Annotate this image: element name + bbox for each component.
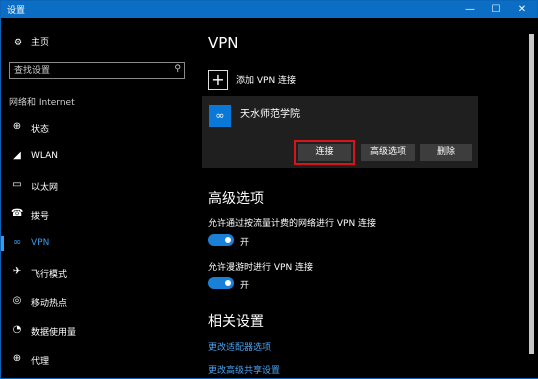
- sidebar-item-ethernet[interactable]: ▭ 以太网: [1, 171, 197, 200]
- dialup-icon: ☎: [11, 208, 24, 219]
- vpn-link-icon: ∞: [215, 109, 225, 122]
- sidebar-item-label: WLAN: [31, 151, 59, 161]
- vpn-connection-name: 天水师范学院: [240, 109, 300, 120]
- connect-button[interactable]: 连接: [298, 144, 351, 161]
- window-title: 设置: [7, 6, 26, 16]
- wifi-icon: ◢: [13, 150, 21, 161]
- scrollbar-thumb[interactable]: [529, 34, 534, 354]
- sidebar-item-hotspot[interactable]: ◎ 移动热点: [1, 287, 197, 316]
- advanced-options-heading: 高级选项: [208, 191, 264, 207]
- title-bar: 设置 — ☐ ✕: [1, 1, 537, 18]
- advanced-options-button[interactable]: 高级选项: [361, 144, 415, 161]
- search-input[interactable]: [14, 64, 164, 77]
- change-sharing-settings-link[interactable]: 更改高级共享设置: [208, 363, 280, 376]
- settings-window: 设置 — ☐ ✕ ⚙ 主页 ⚲ 网络和 Internet ⊕ 状态 ◢ WLAN …: [0, 0, 538, 379]
- sidebar-item-status[interactable]: ⊕ 状态: [1, 113, 197, 142]
- delete-button[interactable]: 删除: [420, 144, 472, 161]
- roaming-toggle-state: 开: [240, 281, 250, 291]
- sidebar-item-airplane[interactable]: ✈ 飞行模式: [1, 258, 197, 287]
- sidebar-item-label: 代理: [31, 357, 50, 367]
- change-adapter-options-link[interactable]: 更改适配器选项: [208, 340, 271, 353]
- hotspot-icon: ◎: [12, 295, 22, 306]
- sidebar-item-proxy[interactable]: ⊕ 代理: [1, 345, 197, 374]
- sidebar-item-label: 状态: [31, 125, 50, 135]
- sidebar: ⚙ 主页 ⚲ 网络和 Internet ⊕ 状态 ◢ WLAN ▭ 以太网 ☎ 拨…: [1, 18, 197, 378]
- sidebar-item-label: VPN: [31, 238, 50, 248]
- proxy-globe-icon: ⊕: [12, 353, 22, 364]
- metered-option-label: 允许通过按流量计费的网络进行 VPN 连接: [208, 219, 377, 229]
- roaming-option-label: 允许漫游时进行 VPN 连接: [208, 263, 314, 273]
- sidebar-item-label: 拨号: [31, 212, 50, 222]
- page-title: VPN: [208, 34, 239, 52]
- metered-toggle-state: 开: [240, 238, 250, 248]
- sidebar-nav: ⊕ 状态 ◢ WLAN ▭ 以太网 ☎ 拨号 ∞ VPN ✈ 飞行模式 ◎ 移动…: [1, 113, 197, 374]
- data-usage-icon: ◔: [12, 324, 22, 335]
- plus-icon: +: [208, 70, 228, 90]
- add-vpn-label: 添加 VPN 连接: [236, 76, 297, 86]
- section-label: 网络和 Internet: [9, 98, 75, 108]
- scrollbar[interactable]: [525, 18, 538, 378]
- sidebar-item-label: 以太网: [31, 183, 59, 193]
- sidebar-item-dialup[interactable]: ☎ 拨号: [1, 200, 197, 229]
- roaming-toggle[interactable]: [208, 277, 234, 289]
- sidebar-item-vpn[interactable]: ∞ VPN: [1, 229, 197, 258]
- vpn-connection-card[interactable]: ∞ 天水师范学院 连接 高级选项 删除: [202, 96, 478, 168]
- metered-toggle[interactable]: [208, 234, 234, 246]
- sidebar-item-label: 飞行模式: [31, 270, 68, 280]
- sidebar-item-label: 数据使用量: [31, 328, 77, 338]
- home-label: 主页: [31, 38, 50, 48]
- ethernet-icon: ▭: [12, 179, 22, 190]
- maximize-button[interactable]: ☐: [483, 1, 509, 18]
- search-icon[interactable]: ⚲: [174, 64, 181, 74]
- sidebar-item-label: 移动热点: [31, 299, 68, 309]
- sidebar-home[interactable]: ⚙ 主页: [11, 35, 49, 51]
- airplane-icon: ✈: [12, 266, 22, 277]
- minimize-button[interactable]: —: [457, 1, 483, 18]
- gear-icon: ⚙: [13, 38, 23, 48]
- vpn-connection-icon: ∞: [209, 105, 231, 127]
- globe-icon: ⊕: [12, 121, 22, 132]
- main-panel: VPN + 添加 VPN 连接 ∞ 天水师范学院 连接 高级选项 删除 高级选项…: [197, 18, 525, 378]
- close-button[interactable]: ✕: [509, 1, 535, 18]
- sidebar-item-wlan[interactable]: ◢ WLAN: [1, 142, 197, 171]
- sidebar-item-data-usage[interactable]: ◔ 数据使用量: [1, 316, 197, 345]
- search-box[interactable]: ⚲: [9, 62, 185, 79]
- related-settings-heading: 相关设置: [208, 314, 264, 330]
- vpn-icon: ∞: [12, 237, 22, 248]
